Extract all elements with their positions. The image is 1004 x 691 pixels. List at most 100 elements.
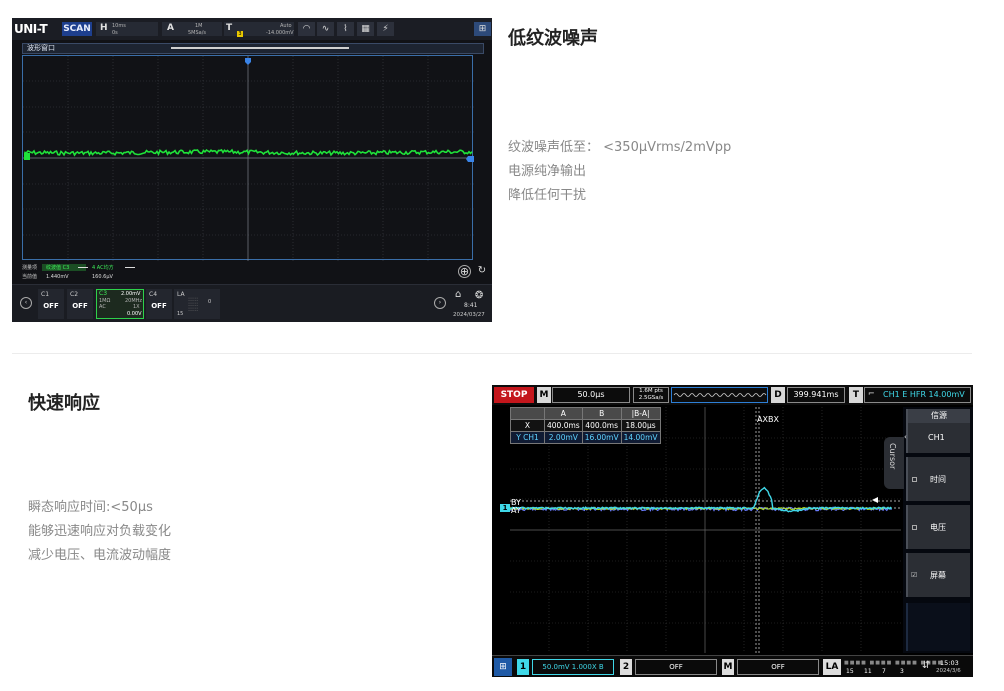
brand-logo: UNI-T (14, 22, 48, 36)
trigger-level-arrow (872, 497, 878, 503)
channel-c2[interactable]: C2 OFF (67, 289, 93, 319)
trigger-level: -14.000mV (266, 30, 294, 36)
feature-item: 电源纯净输出 (508, 164, 587, 179)
ch2-number[interactable]: 2 (620, 659, 632, 675)
table-cell: 2.00mV (544, 431, 583, 444)
measure-value-1: 1.440mV (46, 274, 69, 280)
trigger-field[interactable]: CH1 E HFR 14.00mV (864, 387, 971, 403)
math-settings[interactable]: OFF (737, 659, 819, 675)
channel-bar: ‹ C1 OFF C2 OFF C3 2.00mV 1MΩ 20MHz 1X A… (12, 284, 492, 322)
table-cell: 14.00mV (620, 431, 661, 444)
scan-mode-button[interactable]: SCAN (62, 22, 92, 36)
cursor-menu-tab[interactable]: Cursor (884, 437, 904, 489)
math-icon[interactable]: ⌇ (337, 22, 354, 36)
channel-offset: 0.00V (127, 311, 142, 317)
window-layout-icon[interactable]: ⊞ (474, 22, 491, 36)
feature-item: 降低任何干扰 (508, 188, 587, 203)
sample-rate: 2.5GSa/s (638, 395, 664, 401)
la-label[interactable]: LA (823, 659, 841, 675)
measure-icon[interactable]: ◠ (298, 22, 315, 36)
channel-coupling: AC (99, 304, 106, 310)
cursor-y-labels: BY AY (511, 499, 521, 515)
channel-la[interactable]: LA 0 15 ::::::::::::::: (174, 289, 220, 319)
ch1-number[interactable]: 1 (517, 659, 529, 675)
usb-icon[interactable]: ⇵ (922, 660, 930, 671)
empty-menu-slot (906, 603, 970, 651)
top-toolbar: UNI-T SCAN H 10ms 0s A 1M 5MSa/s T 3 Aut… (12, 18, 492, 40)
feature-item: 减少电压、电流波动幅度 (28, 548, 172, 563)
trigger-position-marker (245, 58, 251, 65)
waveform-icon[interactable]: ∿ (317, 22, 334, 36)
table-header (510, 407, 545, 420)
source-label: 信源 (908, 409, 970, 423)
clock-date: 2024/3/6 (936, 668, 961, 674)
trigger-mode: Auto (280, 23, 292, 29)
la-value: 11 (864, 668, 872, 675)
channel-scale: 2.00mV (121, 291, 141, 297)
la-value: 3 (900, 668, 904, 675)
screen-menu-item[interactable]: ☑ 屏幕 (906, 553, 970, 597)
trigger-edge-icon: ⌐ (868, 389, 875, 398)
feature-list-low-ripple: 纹波噪声低至： <350μVrms/2mVpp 电源纯净输出 降低任何干扰 (508, 136, 731, 208)
clock-time: 8:41 (464, 302, 478, 309)
channel-name: C3 (99, 290, 108, 297)
oscilloscope-screen-ripple: UNI-T SCAN H 10ms 0s A 1M 5MSa/s T 3 Aut… (12, 18, 492, 322)
trigger-source-badge: 3 (237, 31, 243, 37)
channel-state: OFF (151, 302, 167, 310)
section-title-fast-response: 快速响应 (28, 393, 100, 414)
ch1-trace (510, 486, 893, 513)
waveform-overview[interactable] (671, 387, 768, 403)
feature-item: 能够迅速响应对负载变化 (28, 524, 172, 539)
trigger-level-marker (466, 156, 474, 162)
current-label: 当前值 (22, 274, 38, 280)
lock-icon[interactable]: ⌂ (455, 289, 461, 300)
app-menu-icon[interactable]: ⊞ (494, 658, 512, 676)
prev-page-icon[interactable]: ‹ (20, 297, 32, 309)
channel-probe: 1X (133, 304, 140, 310)
la-value-2: 15 (177, 311, 184, 317)
top-status-bar: STOP M 50.0μs 1.6M pts 2.5GSa/s D 399.94… (492, 385, 973, 405)
a-value: 1M (195, 23, 203, 29)
network-icon[interactable]: ❂ (475, 290, 483, 301)
time-label: 时间 (930, 475, 946, 484)
channel-c1[interactable]: C1 OFF (38, 289, 64, 319)
memory-depth: 1.6M pts (639, 388, 663, 394)
table-header: B (581, 407, 622, 420)
a-label: A (167, 23, 174, 33)
source-menu-item[interactable]: 信源 CH1 ‹ (904, 409, 970, 453)
table-cell: 16.00mV (581, 431, 622, 444)
measure-item-2: 4 AC均方 (92, 265, 114, 271)
checkbox-icon (912, 525, 917, 530)
table-cell: 400.0ms (581, 419, 622, 432)
cursor-tab-label: Cursor (888, 443, 897, 470)
channel-c3[interactable]: C3 2.00mV 1MΩ 20MHz 1X AC 0.00V (96, 289, 144, 319)
screen-label: 屏幕 (930, 571, 946, 580)
next-page-icon[interactable]: › (434, 297, 446, 309)
channel-state: OFF (43, 302, 59, 310)
ch2-settings[interactable]: OFF (635, 659, 717, 675)
la-value: 15 (846, 668, 854, 675)
table-header: A (544, 407, 583, 420)
table-header: |B-A| (620, 407, 661, 420)
la-dots-icon: ::::::::::::::: (188, 296, 199, 313)
measure-status-bar: 测量项 当前值 纹波值 C3 1.440mV 4 AC均方 160.6μV ⊕ … (12, 263, 492, 283)
section-divider (12, 353, 972, 354)
run-stop-button[interactable]: STOP (494, 387, 534, 403)
channel-c4[interactable]: C4 OFF (146, 289, 172, 319)
ch3-trace (24, 148, 473, 157)
waveform-window-header: 波形窗口 (22, 43, 484, 54)
timebase-field[interactable]: 50.0μs (552, 387, 630, 403)
math-number[interactable]: M (722, 659, 734, 675)
bottom-channel-bar: ⊞ 1 50.0mV 1.000X B 2 OFF M OFF LA ■■■■ … (492, 655, 973, 677)
lightning-icon[interactable]: ⚡ (377, 22, 394, 36)
d-label: D (771, 387, 785, 403)
sample-rate-field: 1.6M pts 2.5GSa/s (633, 387, 669, 403)
add-measure-icon[interactable]: ⊕ (458, 265, 471, 278)
feature-item: 纹波噪声低至： <350μVrms/2mVpp (508, 140, 732, 155)
time-menu-item[interactable]: 时间 (906, 457, 970, 501)
ch1-settings[interactable]: 50.0mV 1.000X B (532, 659, 614, 675)
refresh-icon[interactable]: ↻ (476, 266, 488, 278)
grid-icon[interactable]: ▦ (357, 22, 374, 36)
delay-field[interactable]: 399.941ms (787, 387, 845, 403)
voltage-menu-item[interactable]: 电压 (906, 505, 970, 549)
